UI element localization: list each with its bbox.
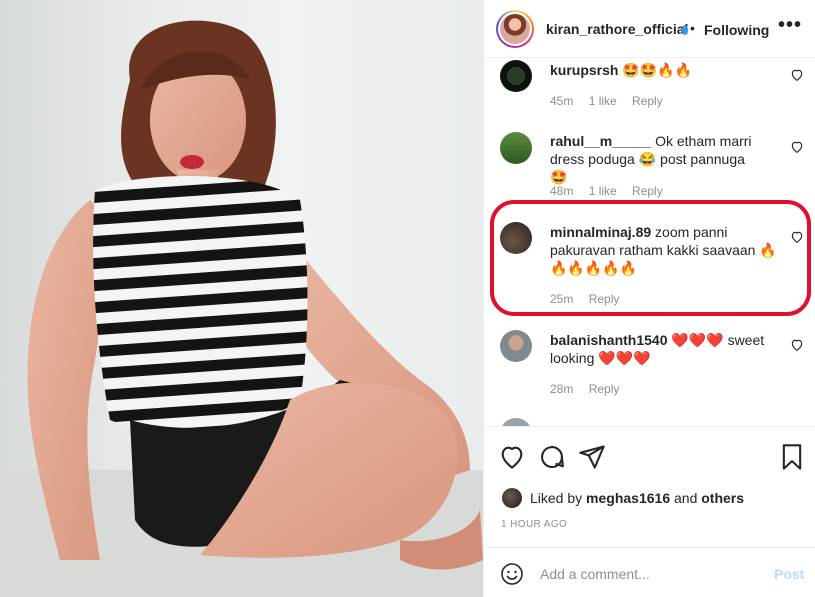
comment-username[interactable]: rahul__m_____ (550, 133, 651, 149)
likes-others-link[interactable]: others (701, 490, 744, 506)
comment-username[interactable]: balanishanth1540 (550, 332, 668, 348)
heart-icon[interactable] (790, 338, 804, 352)
commenter-avatar[interactable] (500, 330, 532, 362)
post-photo-illustration (0, 20, 483, 597)
reply-button[interactable]: Reply (632, 94, 663, 108)
reply-button[interactable]: Reply (632, 184, 663, 198)
post-timestamp[interactable]: 1 HOUR AGO (501, 519, 567, 530)
profile-avatar[interactable] (496, 10, 534, 48)
comment-time: 45m (550, 94, 574, 108)
following-button[interactable]: Following (704, 22, 769, 38)
commenter-avatar[interactable] (500, 132, 532, 164)
liked-by-line: Liked by meghas1616 and others (502, 488, 744, 508)
like-heart-icon[interactable] (498, 443, 526, 471)
comment-likes[interactable]: 1 like (589, 184, 617, 198)
save-bookmark-icon[interactable] (778, 443, 806, 471)
liked-by-prefix: Liked by (530, 490, 583, 506)
more-options-icon[interactable]: ••• (778, 14, 802, 37)
liked-by-and: and (674, 490, 698, 506)
liker-avatar[interactable] (502, 488, 522, 508)
comment-time: 48m (550, 184, 574, 198)
reply-button[interactable]: Reply (589, 382, 620, 396)
header-separator: • (690, 20, 695, 36)
emoji-smile-icon[interactable] (500, 562, 524, 586)
post-actions-bar (484, 426, 815, 486)
comment-likes[interactable]: 1 like (589, 94, 617, 108)
comment-text: 🤩🤩🔥🔥 (618, 62, 693, 78)
comment-username[interactable]: kurupsrsh (550, 62, 618, 78)
commenter-avatar[interactable] (500, 418, 532, 426)
post-photo[interactable] (0, 0, 483, 597)
liker-username[interactable]: meghas1616 (586, 490, 670, 506)
commenter-avatar[interactable] (500, 60, 532, 92)
comment-time: 28m (550, 382, 574, 396)
add-comment-bar: Add a comment... Post (484, 547, 815, 597)
add-comment-input[interactable]: Add a comment... (540, 566, 650, 582)
heart-icon[interactable] (790, 140, 804, 154)
comment-highlight-circle (490, 200, 811, 316)
heart-icon[interactable] (790, 68, 804, 82)
post-header: kiran_rathore_official • Following ••• (484, 0, 815, 58)
post-comment-button[interactable]: Post (774, 566, 804, 582)
comment-bubble-icon[interactable] (538, 443, 566, 471)
share-paper-plane-icon[interactable] (578, 443, 606, 471)
verified-badge-icon (682, 25, 688, 35)
post-username[interactable]: kiran_rathore_official (546, 21, 688, 37)
